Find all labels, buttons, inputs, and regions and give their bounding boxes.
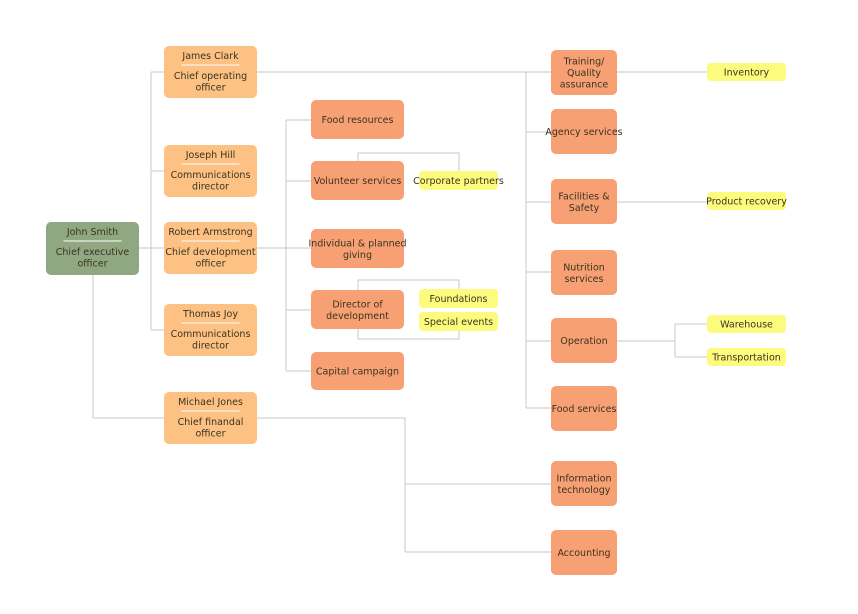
node-training-quality-assurance[interactable]: Training/Qualityassurance <box>551 50 617 95</box>
node-operation[interactable]: Operation <box>551 318 617 363</box>
node-label: assurance <box>560 80 609 91</box>
node-label: Food services <box>552 404 617 415</box>
node-label: Product recovery <box>706 197 787 208</box>
node-corporate-partners[interactable]: Corporate partners <box>413 171 504 190</box>
node-label: Operation <box>560 336 607 347</box>
person-name: Thomas Joy <box>182 309 238 320</box>
person-title: Chief development <box>165 247 255 258</box>
node-label: Warehouse <box>720 320 773 331</box>
node-label: Nutrition <box>563 262 605 273</box>
node-label: Special events <box>424 317 493 328</box>
node-label: Individual & planned <box>308 238 406 249</box>
node-label: Quality <box>567 68 601 79</box>
node-label: technology <box>558 485 611 496</box>
node-thomas-joy[interactable]: Thomas Joy Communicationsdirector <box>164 304 257 356</box>
node-food-services[interactable]: Food services <box>551 386 617 431</box>
person-title: officer <box>196 259 226 270</box>
person-name: Michael Jones <box>178 397 243 408</box>
node-label: Facilities & <box>558 191 610 202</box>
node-label: Information <box>557 473 612 484</box>
node-special-events[interactable]: Special events <box>419 312 498 331</box>
node-label: Inventory <box>724 68 770 79</box>
node-label: services <box>565 274 604 285</box>
node-label: Safety <box>569 203 600 214</box>
person-title: officer <box>78 259 108 270</box>
node-robert-armstrong[interactable]: Robert Armstrong Chief developmentofficer <box>164 222 257 274</box>
person-title: Communications <box>171 170 251 181</box>
node-volunteer-services[interactable]: Volunteer services <box>311 161 404 200</box>
node-label: Agency services <box>545 127 622 138</box>
person-title: director <box>192 341 229 352</box>
node-nutrition-services[interactable]: Nutritionservices <box>551 250 617 295</box>
node-label: Corporate partners <box>413 176 504 187</box>
node-label: giving <box>343 250 372 261</box>
person-title: Communications <box>171 329 251 340</box>
node-food-resources[interactable]: Food resources <box>311 100 404 139</box>
node-michael-jones[interactable]: Michael Jones Chief finandalofficer <box>164 392 257 444</box>
node-foundations[interactable]: Foundations <box>419 289 498 308</box>
node-john-smith[interactable]: John Smith Chief executiveofficer <box>46 222 139 275</box>
node-label: Transportation <box>711 353 781 364</box>
node-label: Accounting <box>557 548 610 559</box>
person-title: director <box>192 182 229 193</box>
person-title: Chief finandal <box>178 417 244 428</box>
node-warehouse[interactable]: Warehouse <box>707 315 786 333</box>
node-label: Training/ <box>563 57 605 68</box>
node-label: Capital campaign <box>316 367 399 378</box>
person-title: Chief executive <box>56 247 130 258</box>
node-label: Director of <box>332 299 383 310</box>
node-capital-campaign[interactable]: Capital campaign <box>311 352 404 390</box>
node-transportation[interactable]: Transportation <box>707 348 786 366</box>
person-name: James Clark <box>181 51 239 62</box>
node-inventory[interactable]: Inventory <box>707 63 786 81</box>
org-chart: John SmithChief executiveofficerJames Cl… <box>46 46 787 575</box>
node-accounting[interactable]: Accounting <box>551 530 617 575</box>
node-label: Foundations <box>430 294 488 305</box>
person-title: officer <box>196 83 226 94</box>
person-title: officer <box>196 429 226 440</box>
node-label: Volunteer services <box>314 176 402 187</box>
person-title: Chief operating <box>174 71 247 82</box>
node-james-clark[interactable]: James Clark Chief operatingofficer <box>164 46 257 98</box>
node-facilities-safety[interactable]: Facilities &Safety <box>551 179 617 224</box>
node-label: Food resources <box>322 115 394 126</box>
node-individual-planned-giving[interactable]: Individual & plannedgiving <box>308 229 407 268</box>
node-information-technology[interactable]: Informationtechnology <box>551 461 617 506</box>
node-agency-services[interactable]: Agency services <box>545 109 623 154</box>
node-product-recovery[interactable]: Product recovery <box>706 192 787 210</box>
node-director-of-development[interactable]: Director ofdevelopment <box>311 290 404 329</box>
person-name: Robert Armstrong <box>168 227 252 238</box>
person-name: Joseph Hill <box>185 150 236 161</box>
person-name: John Smith <box>66 227 118 238</box>
node-label: development <box>326 311 389 322</box>
node-joseph-hill[interactable]: Joseph Hill Communicationsdirector <box>164 145 257 197</box>
